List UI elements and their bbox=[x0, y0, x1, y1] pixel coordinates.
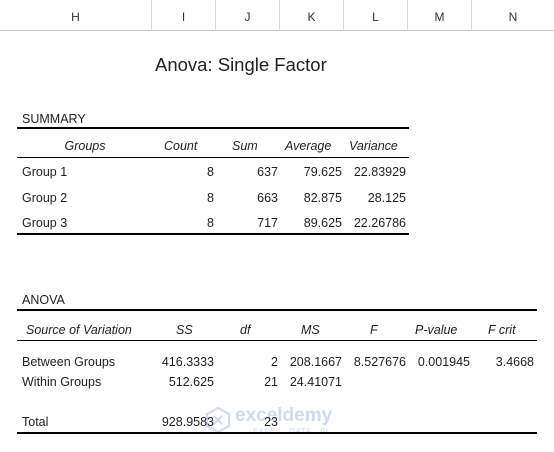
summary-row-variance[interactable]: 22.83929 bbox=[344, 165, 406, 179]
summary-label[interactable]: SUMMARY bbox=[22, 112, 86, 126]
anova-row-pvalue[interactable]: 0.001945 bbox=[408, 355, 470, 369]
anova-header-source[interactable]: Source of Variation bbox=[26, 323, 132, 337]
anova-header-pvalue[interactable]: P-value bbox=[415, 323, 457, 337]
column-header-k[interactable]: K bbox=[280, 0, 344, 30]
summary-row-group[interactable]: Group 2 bbox=[22, 191, 67, 205]
column-header-bar: H I J K L M N bbox=[0, 0, 554, 31]
anova-total-ss[interactable]: 928.9583 bbox=[152, 415, 214, 429]
anova-row-ms[interactable]: 208.1667 bbox=[280, 355, 342, 369]
summary-bottom-rule bbox=[17, 233, 409, 235]
anova-total-df[interactable]: 23 bbox=[216, 415, 278, 429]
summary-header-variance[interactable]: Variance bbox=[349, 139, 398, 153]
anova-label[interactable]: ANOVA bbox=[22, 293, 65, 307]
column-header-n[interactable]: N bbox=[472, 0, 554, 30]
summary-header-sum[interactable]: Sum bbox=[232, 139, 258, 153]
anova-header-f[interactable]: F bbox=[370, 323, 378, 337]
summary-row-group[interactable]: Group 1 bbox=[22, 165, 67, 179]
anova-row-fcrit[interactable]: 3.4668 bbox=[472, 355, 534, 369]
anova-row-ss[interactable]: 512.625 bbox=[152, 375, 214, 389]
anova-header-rule bbox=[17, 340, 537, 341]
column-header-j[interactable]: J bbox=[216, 0, 280, 30]
anova-header-fcrit[interactable]: F crit bbox=[488, 323, 516, 337]
anova-top-rule bbox=[17, 309, 537, 311]
anova-row-ms[interactable]: 24.41071 bbox=[280, 375, 342, 389]
summary-row-variance[interactable]: 22.26786 bbox=[344, 216, 406, 230]
anova-total-label[interactable]: Total bbox=[22, 415, 48, 429]
summary-header-count[interactable]: Count bbox=[164, 139, 197, 153]
anova-title[interactable]: Anova: Single Factor bbox=[155, 54, 327, 76]
summary-row-count[interactable]: 8 bbox=[152, 216, 214, 230]
anova-row-f[interactable]: 8.527676 bbox=[344, 355, 406, 369]
column-header-h[interactable]: H bbox=[0, 0, 152, 30]
anova-row-df[interactable]: 2 bbox=[216, 355, 278, 369]
anova-header-ss[interactable]: SS bbox=[176, 323, 193, 337]
anova-row-source[interactable]: Within Groups bbox=[22, 375, 101, 389]
summary-row-average[interactable]: 79.625 bbox=[280, 165, 342, 179]
summary-row-count[interactable]: 8 bbox=[152, 191, 214, 205]
anova-row-source[interactable]: Between Groups bbox=[22, 355, 115, 369]
column-header-l[interactable]: L bbox=[344, 0, 408, 30]
summary-row-count[interactable]: 8 bbox=[152, 165, 214, 179]
anova-row-df[interactable]: 21 bbox=[216, 375, 278, 389]
column-header-m[interactable]: M bbox=[408, 0, 472, 30]
summary-row-sum[interactable]: 717 bbox=[216, 216, 278, 230]
summary-row-variance[interactable]: 28.125 bbox=[344, 191, 406, 205]
anova-header-df[interactable]: df bbox=[240, 323, 250, 337]
summary-top-rule bbox=[17, 127, 409, 129]
summary-header-average[interactable]: Average bbox=[285, 139, 331, 153]
anova-row-ss[interactable]: 416.3333 bbox=[152, 355, 214, 369]
summary-header-groups[interactable]: Groups bbox=[40, 139, 130, 153]
column-header-i[interactable]: I bbox=[152, 0, 216, 30]
anova-bottom-rule bbox=[17, 432, 537, 434]
anova-header-ms[interactable]: MS bbox=[301, 323, 320, 337]
summary-row-average[interactable]: 89.625 bbox=[280, 216, 342, 230]
summary-row-average[interactable]: 82.875 bbox=[280, 191, 342, 205]
summary-row-sum[interactable]: 637 bbox=[216, 165, 278, 179]
summary-row-group[interactable]: Group 3 bbox=[22, 216, 67, 230]
summary-row-sum[interactable]: 663 bbox=[216, 191, 278, 205]
summary-header-rule bbox=[17, 157, 409, 158]
